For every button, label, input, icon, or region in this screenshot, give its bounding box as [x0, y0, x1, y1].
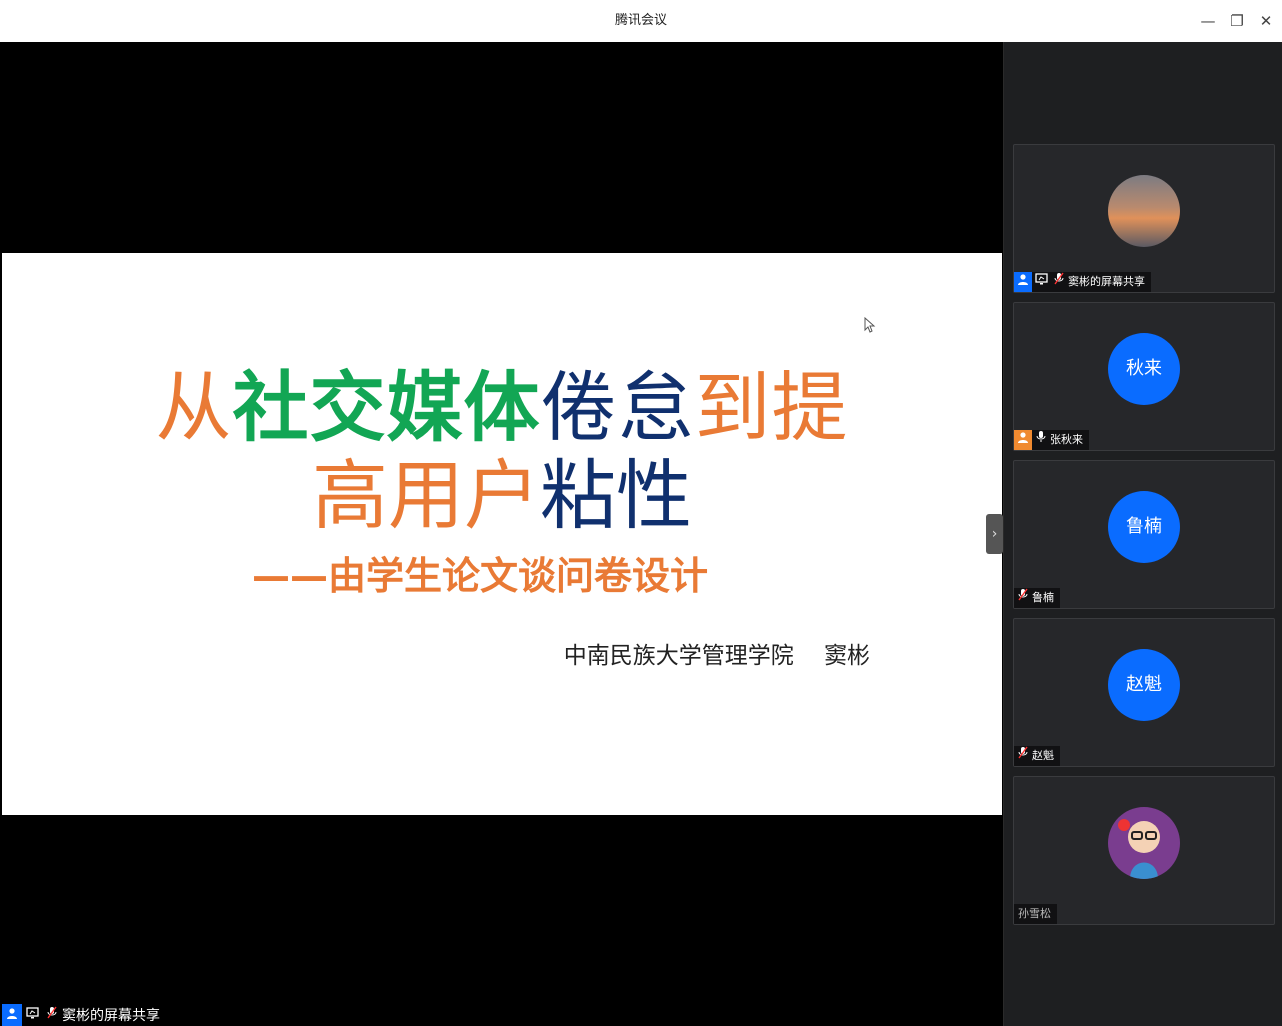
participant-name: 张秋来 — [1050, 433, 1083, 446]
title-line2-segment: 粘性 — [540, 451, 692, 540]
cohost-icon — [1014, 430, 1032, 450]
host-icon — [1014, 272, 1032, 292]
title-bar: 腾讯会议 — ❐ ✕ — [0, 0, 1282, 43]
mouse-cursor-icon — [864, 316, 876, 337]
avatar — [1108, 175, 1180, 247]
participant-tile[interactable]: 秋来张秋来 — [1013, 302, 1275, 451]
participant-tile[interactable]: 鲁楠 鲁楠 — [1013, 460, 1275, 609]
screen-share-icon — [22, 1004, 42, 1026]
shared-screen-area: 从社交媒体倦怠到提 高用户粘性 ——由学生论文谈问卷设计 中南民族大学管理学院 … — [0, 42, 1003, 1026]
participant-tile[interactable]: 窦彬的屏幕共享 — [1013, 144, 1275, 293]
participant-sidebar: 窦彬的屏幕共享 秋来 张秋来 鲁楠 鲁楠 赵魁 赵魁 孙雪松 — [1003, 42, 1282, 1026]
mic-muted-icon — [1014, 588, 1032, 608]
title-line1-segment: 到提 — [694, 363, 849, 452]
screen-share-name: 窦彬的屏幕共享 — [62, 1008, 160, 1024]
participant-name-tag: 鲁楠 — [1014, 588, 1060, 608]
participant-tile[interactable]: 孙雪松 — [1013, 776, 1275, 925]
close-button[interactable]: ✕ — [1254, 9, 1278, 33]
slide-author: 中南民族大学管理学院 窦彬 — [563, 643, 870, 669]
participant-tile[interactable]: 赵魁 赵魁 — [1013, 618, 1275, 767]
avatar: 赵魁 — [1108, 649, 1180, 721]
slide-subtitle: ——由学生论文谈问卷设计 — [251, 554, 708, 598]
participant-name-tag: 孙雪松 — [1014, 904, 1057, 924]
title-line1-segment: 从 — [155, 363, 233, 452]
slide-title-line1: 从社交媒体倦怠到提 — [2, 363, 1002, 453]
participant-name: 鲁楠 — [1032, 591, 1054, 604]
presentation-slide: 从社交媒体倦怠到提 高用户粘性 ——由学生论文谈问卷设计 中南民族大学管理学院 … — [2, 253, 1002, 815]
host-icon — [2, 1004, 22, 1026]
avatar: 秋来 — [1108, 333, 1180, 405]
participant-name: 窦彬的屏幕共享 — [1068, 275, 1145, 288]
mic-muted-icon — [42, 1004, 62, 1026]
title-line1-segment: 倦怠 — [540, 363, 695, 452]
title-line1-segment: 社交媒体 — [232, 363, 541, 452]
participant-name: 赵魁 — [1032, 749, 1054, 762]
participant-name: 孙雪松 — [1018, 907, 1051, 920]
slide-title-line2: 高用户粘性 — [2, 451, 1002, 541]
minimize-button[interactable]: — — [1196, 9, 1220, 33]
mic-muted-icon — [1014, 746, 1032, 766]
screen-share-label: 窦彬的屏幕共享 — [2, 1004, 160, 1026]
participant-name-tag: 赵魁 — [1014, 746, 1060, 766]
restore-button[interactable]: ❐ — [1225, 9, 1249, 33]
mic-icon — [1032, 430, 1050, 450]
avatar — [1108, 807, 1180, 879]
title-line2-segment: 高用户 — [312, 451, 540, 540]
screen-share-icon — [1032, 272, 1050, 292]
avatar: 鲁楠 — [1108, 491, 1180, 563]
mic-muted-icon — [1050, 272, 1068, 292]
participant-name-tag: 张秋来 — [1014, 430, 1089, 450]
collapse-sidebar-button[interactable]: › — [986, 514, 1003, 554]
participant-name-tag: 窦彬的屏幕共享 — [1014, 272, 1151, 292]
window-title: 腾讯会议 — [614, 13, 667, 28]
